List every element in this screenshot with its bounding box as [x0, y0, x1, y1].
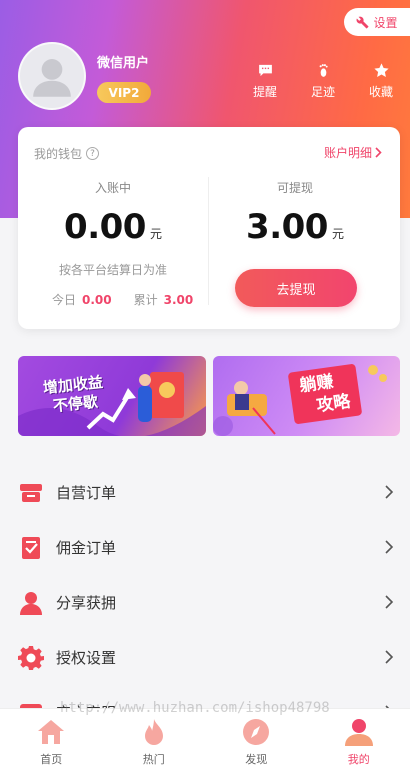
commission-order-icon: [22, 536, 40, 559]
today-stat: 今日 0.00: [52, 291, 112, 308]
total-stat: 累计 3.00: [134, 291, 194, 308]
footprint-button[interactable]: 足迹: [294, 62, 352, 100]
home-icon: [38, 720, 65, 744]
wallet-title-label: 我的钱包: [34, 147, 83, 161]
account-detail-label: 账户明细: [323, 146, 372, 160]
watermark: http://www.huzhan.com/ishop48798: [60, 700, 330, 716]
favorite-label: 收藏: [368, 85, 393, 99]
tab-discover-label: 发现: [245, 753, 268, 766]
menu-item-auth-settings[interactable]: 授权设置: [0, 630, 410, 685]
incoming-amount-unit: 元: [149, 227, 162, 241]
income-stats: 今日 0.00 累计 3.00: [52, 291, 193, 308]
banner-earnings-text: 增加收益 不停歇: [42, 373, 106, 417]
default-avatar-icon: [33, 59, 71, 97]
today-value: 0.00: [82, 293, 112, 307]
tab-mine[interactable]: 我的: [308, 709, 410, 775]
tab-home-label: 首页: [40, 753, 63, 766]
banner-earnings[interactable]: 增加收益 不停歇: [18, 356, 206, 436]
settlement-note: 按各平台结算日为准: [58, 263, 167, 277]
incoming-label: 入账中: [94, 181, 131, 195]
settings-button[interactable]: 设置: [344, 8, 410, 36]
footprint-label: 足迹: [310, 85, 335, 99]
today-label: 今日: [52, 293, 77, 307]
menu-list: 自营订单 佣金订单 分享获拥 授权设置 官方客服: [0, 465, 410, 740]
chevron-right-icon: [385, 650, 394, 664]
menu-item-commission-orders[interactable]: 佣金订单: [0, 520, 410, 575]
bottom-tabbar: 首页 热门 发现 我的: [0, 708, 410, 775]
footprint-icon: [319, 64, 328, 77]
banner-guide-text: 躺赚 攻略: [287, 363, 363, 425]
chevron-right-icon: [385, 595, 394, 609]
banner-guide-line2: 攻略: [315, 391, 352, 417]
withdrawable-amount-unit: 元: [331, 227, 344, 241]
wrench-icon: [357, 16, 369, 28]
menu-label-share: 分享获拥: [56, 594, 117, 612]
chevron-right-icon: [385, 540, 394, 554]
favorite-button[interactable]: 收藏: [352, 62, 410, 100]
vip-badge: VIP2: [97, 82, 151, 103]
menu-label-shop-orders: 自营订单: [56, 484, 117, 502]
share-user-icon: [20, 591, 42, 615]
username: 微信用户: [97, 56, 150, 71]
help-icon[interactable]: ?: [86, 147, 100, 160]
tab-mine-label: 我的: [347, 753, 370, 766]
tab-home[interactable]: 首页: [0, 709, 103, 775]
banner-guide[interactable]: 躺赚 攻略: [213, 356, 400, 436]
total-value: 3.00: [163, 293, 194, 307]
menu-item-shop-orders[interactable]: 自营订单: [0, 465, 410, 520]
tab-hot[interactable]: 热门: [103, 709, 206, 775]
menu-item-share[interactable]: 分享获拥: [0, 575, 410, 630]
gear-icon: [18, 645, 44, 670]
account-detail-link[interactable]: 账户明细: [324, 144, 382, 161]
remind-button[interactable]: 提醒: [236, 62, 294, 100]
fire-icon: [144, 719, 163, 745]
message-icon: [258, 64, 272, 77]
chevron-right-icon: [385, 485, 394, 499]
shop-order-icon: [20, 483, 42, 502]
remind-label: 提醒: [252, 85, 277, 99]
header-actions: 提醒 足迹 收藏: [236, 62, 410, 100]
withdrawable-amount-value: 3.00: [246, 207, 328, 247]
total-label: 累计: [133, 293, 158, 307]
withdraw-button[interactable]: 去提现: [235, 269, 357, 307]
settings-label: 设置: [373, 15, 398, 30]
wallet-card: 我的钱包 ? 账户明细 入账中 0.00 元 按各平台结算日为准 今日 0.00 累…: [18, 127, 400, 329]
incoming-amount: 0.00 元: [18, 207, 208, 247]
compass-icon: [243, 719, 270, 745]
tab-discover[interactable]: 发现: [205, 709, 308, 775]
menu-label-commission-orders: 佣金订单: [56, 539, 117, 557]
wallet-title: 我的钱包 ?: [34, 145, 100, 162]
user-icon: [344, 719, 373, 746]
chevron-right-icon: [375, 147, 382, 158]
withdrawable-amount: 3.00 元: [200, 207, 390, 247]
incoming-amount-value: 0.00: [64, 207, 146, 247]
avatar[interactable]: [18, 42, 86, 110]
withdrawable-label: 可提现: [276, 181, 313, 195]
menu-label-auth-settings: 授权设置: [56, 649, 117, 667]
tab-hot-label: 热门: [142, 753, 165, 766]
star-icon: [373, 63, 389, 77]
